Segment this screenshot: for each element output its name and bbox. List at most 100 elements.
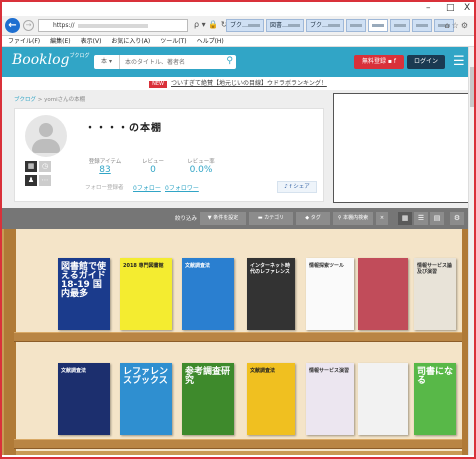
folder-icon: ▬ bbox=[257, 215, 263, 221]
book-cover[interactable]: 文献調査法 bbox=[182, 258, 234, 330]
title-bar: – □ X bbox=[2, 2, 474, 16]
menu-bar: ファイル(F) 編集(E) 表示(V) お気に入り(A) ツール(T) ヘルプ(H) bbox=[2, 36, 474, 47]
browser-tab[interactable] bbox=[390, 19, 411, 32]
vertical-scrollbar[interactable] bbox=[468, 47, 474, 455]
filter-toolbar: 絞り込み ▼ 条件を設定 ▬ カテゴリ ◆ タグ ⚲ 本棚内検索 × ▦ ☰ ▤… bbox=[2, 208, 474, 229]
browser-tab[interactable] bbox=[412, 19, 433, 32]
search-box: 本 ▾ ⚲ bbox=[94, 55, 236, 69]
close-button[interactable]: X bbox=[464, 3, 470, 13]
book-cover[interactable]: 情報探索ツール bbox=[306, 258, 354, 330]
book-title: 情報サービス論及び演習 bbox=[417, 263, 453, 275]
browser-tab[interactable]: ブク… bbox=[226, 19, 265, 32]
share-button[interactable]: ♪ f シェア bbox=[277, 181, 317, 193]
minimize-button[interactable]: – bbox=[426, 3, 431, 13]
menu-item[interactable]: ツール(T) bbox=[160, 36, 186, 46]
dropdown-icon[interactable]: ▾ bbox=[202, 20, 206, 29]
clock-icon[interactable]: ◷ bbox=[39, 161, 51, 172]
gear-icon[interactable]: ⚙ bbox=[461, 21, 470, 30]
book-cover[interactable]: 司書になる bbox=[414, 363, 456, 435]
book-cover[interactable]: 2018 専門図書館 bbox=[120, 258, 172, 330]
facebook-icon: f bbox=[289, 184, 292, 190]
menu-item[interactable]: 編集(E) bbox=[50, 36, 70, 46]
stat-value: 83 bbox=[99, 165, 111, 175]
tab-strip: ブク… 図書… ブク… bbox=[226, 19, 455, 32]
back-arrow-icon[interactable]: ← bbox=[5, 18, 20, 33]
browser-tab[interactable] bbox=[346, 19, 367, 32]
address-bar-row: ← → https:// ρ ▾ 🔒 ↻ ブク… 図書… ブク… ⌂☆⚙ bbox=[2, 16, 474, 36]
notice-link[interactable]: ついすぎて絶賛【地元じいの目線】ウドラボランキング！ bbox=[171, 80, 327, 87]
tab-label: ブク… bbox=[230, 22, 249, 29]
register-button[interactable]: 無料登録 ▪ f bbox=[354, 55, 404, 69]
clear-filter-button[interactable]: × bbox=[376, 212, 388, 225]
avatar bbox=[25, 115, 67, 157]
tab-redacted bbox=[328, 24, 341, 27]
shelf-board bbox=[14, 439, 462, 449]
grid-view-icon[interactable]: ▦ bbox=[398, 212, 412, 225]
stat[interactable]: 登録アイテム 83 bbox=[85, 157, 125, 175]
menu-item[interactable]: お気に入り(A) bbox=[111, 36, 150, 46]
address-tools[interactable]: ρ ▾ 🔒 ↻ bbox=[194, 20, 227, 29]
url-redacted bbox=[77, 23, 148, 28]
filter-icon: ▼ bbox=[207, 215, 212, 221]
hamburger-menu-icon[interactable]: ☰ bbox=[453, 54, 465, 69]
site-logo[interactable]: Booklogブクログ bbox=[12, 52, 90, 68]
search-icon[interactable]: ρ bbox=[194, 20, 199, 29]
book-cover[interactable]: レファレンスブックス bbox=[120, 363, 172, 435]
category-button[interactable]: ▬ カテゴリ bbox=[249, 212, 293, 225]
stat-label: 登録アイテム bbox=[88, 159, 122, 165]
book-cover[interactable]: 参考調査研究 bbox=[182, 363, 234, 435]
tab-redacted bbox=[288, 24, 301, 27]
breadcrumb-current: yomiさんの本棚 bbox=[44, 97, 86, 103]
browser-tab[interactable]: 図書… bbox=[266, 19, 305, 32]
tag-button[interactable]: ◆ タグ bbox=[296, 212, 330, 225]
menu-item[interactable]: ヘルプ(H) bbox=[197, 36, 224, 46]
followers-link[interactable]: 0フォロワー bbox=[165, 183, 199, 192]
list-view-icon[interactable]: ☰ bbox=[414, 212, 428, 225]
settings-icon[interactable]: ⚙ bbox=[450, 212, 464, 225]
search-input[interactable] bbox=[122, 55, 218, 69]
tag-icon: ◆ bbox=[305, 215, 310, 221]
more-icon[interactable]: ⋯ bbox=[39, 175, 51, 186]
book-title: 情報探索ツール bbox=[309, 263, 345, 269]
book-cover[interactable]: 図書館で使えるガイド18-19 国内最多 bbox=[58, 258, 110, 330]
book-cover[interactable]: 情報サービス演習 bbox=[306, 363, 354, 435]
book-cover[interactable]: 文献調査法 bbox=[58, 363, 110, 435]
home-icon[interactable]: ⌂ bbox=[445, 21, 452, 30]
following-link[interactable]: 0フォロー bbox=[133, 183, 161, 192]
forward-arrow-icon[interactable]: → bbox=[23, 20, 34, 31]
ad-box bbox=[333, 93, 469, 203]
book-cover[interactable] bbox=[358, 363, 408, 435]
star-icon[interactable]: ☆ bbox=[452, 21, 461, 30]
address-bar[interactable]: https:// bbox=[38, 19, 188, 32]
book-title: 参考調査研究 bbox=[185, 367, 231, 386]
scrollbar-thumb[interactable] bbox=[470, 67, 474, 107]
breadcrumb-home[interactable]: ブクログ bbox=[14, 97, 36, 103]
search-category-select[interactable]: 本 ▾ bbox=[94, 55, 120, 69]
login-button[interactable]: ログイン bbox=[407, 55, 445, 69]
calendar-icon[interactable]: ▦ bbox=[25, 161, 37, 172]
book-cover[interactable]: 情報サービス論及び演習 bbox=[414, 258, 456, 330]
menu-item[interactable]: 表示(V) bbox=[81, 36, 102, 46]
browser-tab[interactable] bbox=[368, 19, 389, 32]
book-cover[interactable] bbox=[358, 258, 408, 330]
book-title: 図書館で使えるガイド18-19 国内最多 bbox=[61, 262, 107, 299]
user-icon[interactable]: ♟ bbox=[25, 175, 37, 186]
book-title: インターネット時代のレファレンス bbox=[250, 263, 291, 275]
shelf-search-button[interactable]: ⚲ 本棚内検索 bbox=[333, 212, 373, 225]
search-icon[interactable]: ⚲ bbox=[226, 56, 233, 66]
book-title: 文献調査法 bbox=[185, 263, 211, 269]
browser-tab[interactable]: ブク… bbox=[306, 19, 345, 32]
profile-card: ・・・・の本棚 ▦ ◷ ♟ ⋯ 登録アイテム 83 レビュー 0 レビュー率 0.0% フ… bbox=[14, 108, 324, 202]
menu-item[interactable]: ファイル(F) bbox=[8, 36, 40, 46]
restore-button[interactable]: □ bbox=[446, 3, 455, 13]
book-title: レファレンスブックス bbox=[123, 367, 169, 386]
site-header: Booklogブクログ 本 ▾ ⚲ 無料登録 ▪ f ログイン ☰ bbox=[2, 47, 474, 77]
twitter-icon: ▪ bbox=[387, 58, 392, 65]
book-cover[interactable]: 文献調査法 bbox=[247, 363, 295, 435]
page-title: ・・・・の本棚 bbox=[85, 123, 162, 134]
detail-view-icon[interactable]: ▤ bbox=[430, 212, 444, 225]
breadcrumb: ブクログ > yomiさんの本棚 bbox=[14, 97, 86, 103]
stat: レビュー率 0.0% bbox=[181, 157, 221, 175]
filter-condition-button[interactable]: ▼ 条件を設定 bbox=[200, 212, 246, 225]
book-cover[interactable]: インターネット時代のレファレンス bbox=[247, 258, 295, 330]
